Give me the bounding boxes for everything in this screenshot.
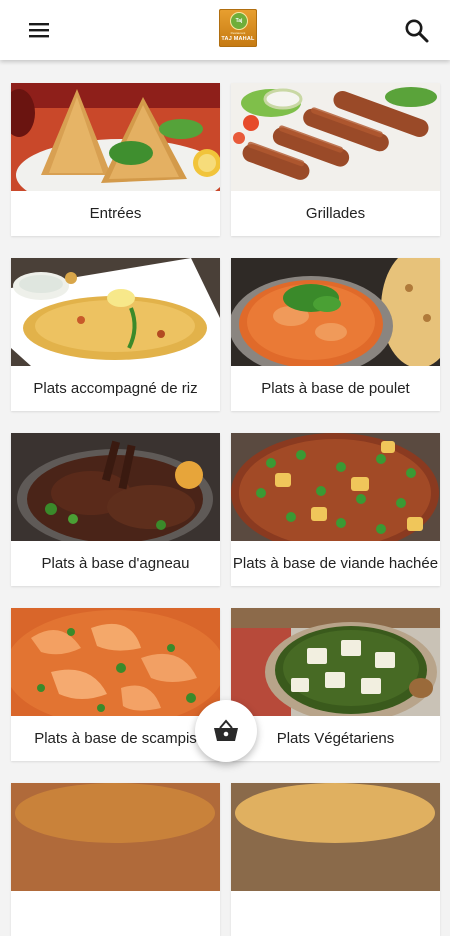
app-bar: Taj Restaurant TAJ MAHAL (0, 0, 450, 60)
seekh-kebab-image (231, 83, 440, 191)
category-card-plats-vegetariens[interactable]: Plats Végétariens (231, 608, 440, 761)
biryani-image (11, 258, 220, 366)
keema-image (231, 433, 440, 541)
logo-badge-text: Taj (235, 18, 243, 24)
shrimp-curry-image (11, 608, 220, 716)
category-card-partial[interactable] (11, 783, 220, 936)
dish-image-partial (11, 783, 220, 891)
basket-icon (214, 719, 238, 741)
category-label: Plats à base d'agneau (11, 541, 220, 586)
dish-image-partial (231, 783, 440, 891)
category-card-plats-agneau[interactable]: Plats à base d'agneau (11, 433, 220, 586)
category-label: Grillades (231, 191, 440, 236)
category-card-plats-scampis[interactable]: Plats à base de scampis (11, 608, 220, 761)
category-label: Plats accompagné de riz (11, 366, 220, 411)
category-label: Plats à base de scampis (11, 716, 220, 761)
category-label: Plats à base de poulet (231, 366, 440, 411)
logo-name: TAJ MAHAL (221, 36, 255, 42)
category-label: Plats Végétariens (231, 716, 440, 761)
category-card-plats-riz[interactable]: Plats accompagné de riz (11, 258, 220, 411)
lamb-chops-image (11, 433, 220, 541)
restaurant-logo[interactable]: Taj Restaurant TAJ MAHAL (219, 9, 257, 47)
logo-subtitle: Restaurant (230, 31, 246, 35)
category-card-partial[interactable] (231, 783, 440, 936)
category-label: Plats à base de viande hachée (231, 541, 440, 586)
samosa-image (11, 83, 220, 191)
category-label: Entrées (11, 191, 220, 236)
category-card-entrees[interactable]: Entrées (11, 83, 220, 236)
search-icon[interactable] (402, 16, 432, 46)
category-card-plats-poulet[interactable]: Plats à base de poulet (231, 258, 440, 411)
logo-badge: Taj (230, 12, 248, 30)
palak-paneer-image (231, 608, 440, 716)
cart-button[interactable] (195, 700, 257, 762)
chicken-curry-image (231, 258, 440, 366)
hamburger-menu-icon[interactable] (26, 18, 56, 44)
category-card-grillades[interactable]: Grillades (231, 83, 440, 236)
category-card-plats-viande-hachee[interactable]: Plats à base de viande hachée (231, 433, 440, 586)
